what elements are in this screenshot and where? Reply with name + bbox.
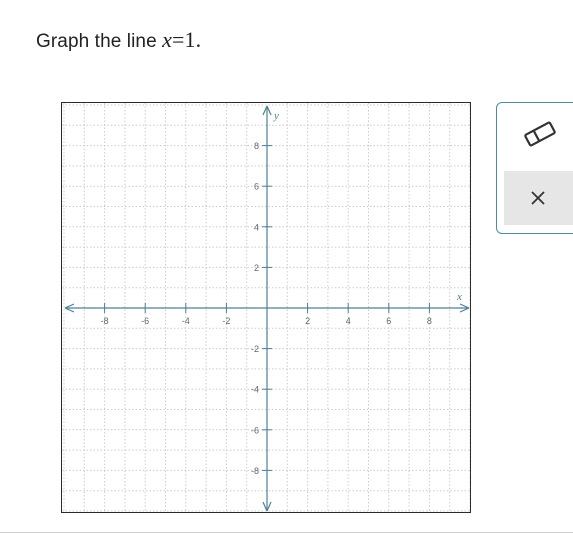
question-prompt: Graph the line x=1.	[36, 27, 201, 53]
graph-canvas[interactable]: -8 -6 -4 -2 2 4 6 8 8 6 4 2 -2 -4 -6 -8 x y	[61, 102, 471, 513]
y-axis-label: y	[273, 110, 279, 122]
x-tick-label: 8	[427, 316, 432, 326]
y-tick-label: 2	[254, 263, 259, 273]
x-axis-label: x	[456, 291, 462, 303]
coordinate-grid[interactable]: -8 -6 -4 -2 2 4 6 8 8 6 4 2 -2 -4 -6 -8 x y	[62, 103, 471, 513]
equation: x=1.	[162, 27, 201, 52]
equation-operator: =	[172, 27, 185, 52]
y-tick-label: -4	[251, 385, 259, 395]
x-tick-label: -6	[141, 316, 149, 326]
y-tick-label: 4	[254, 222, 259, 232]
question-text: Graph the line	[36, 31, 163, 52]
y-tick-label: 6	[254, 182, 259, 192]
y-tick-label: -6	[251, 425, 259, 435]
x-tick-label: 4	[346, 316, 351, 326]
y-tick-label: -8	[251, 466, 259, 476]
x-tick-label: -8	[101, 316, 109, 326]
eraser-icon	[524, 121, 556, 147]
x-tick-label: -4	[182, 316, 190, 326]
equation-variable: x	[162, 27, 173, 52]
bottom-divider	[0, 532, 573, 533]
eraser-button[interactable]	[522, 116, 558, 152]
equation-value: 1.	[184, 27, 202, 52]
x-tick-label: -2	[222, 316, 230, 326]
y-tick-label: 8	[254, 141, 259, 151]
x-tick-label: 6	[386, 316, 391, 326]
x-tick-label: 2	[305, 316, 310, 326]
close-button[interactable]	[504, 171, 573, 225]
close-icon	[531, 191, 545, 205]
y-tick-label: -2	[251, 344, 259, 354]
